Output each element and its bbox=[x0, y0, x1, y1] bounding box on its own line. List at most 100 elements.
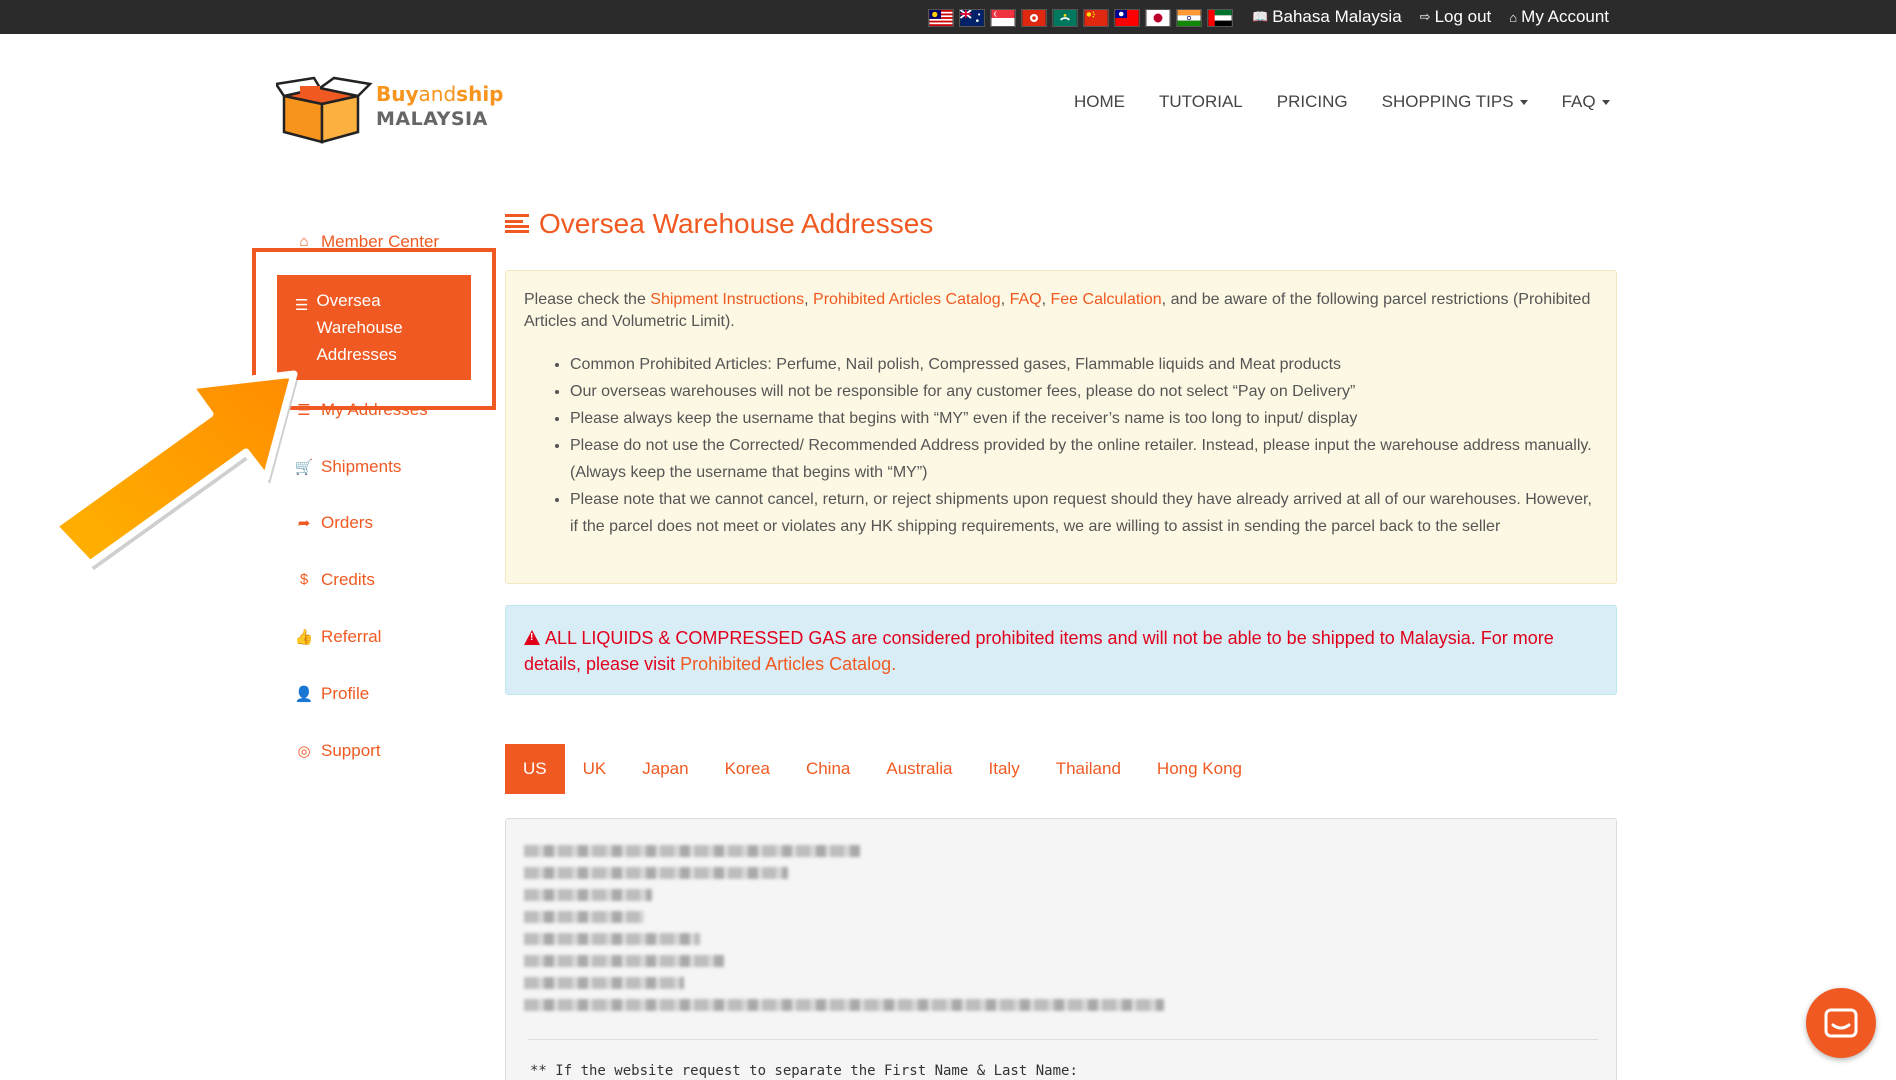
redacted-address-line bbox=[524, 889, 652, 901]
sidebar-item-oversea-warehouse-addresses[interactable]: ☰ Oversea Warehouse Addresses bbox=[277, 275, 471, 380]
india-flag-icon[interactable] bbox=[1176, 9, 1202, 27]
sidebar-item-label: Referral bbox=[321, 627, 382, 646]
list-item: Please always keep the username that beg… bbox=[570, 405, 1598, 432]
sidebar-item-shipments[interactable]: 🛒 Shipments bbox=[277, 457, 471, 477]
caret-down-icon bbox=[1601, 100, 1610, 106]
sidebar-item-referral[interactable]: 👍 Referral bbox=[277, 627, 471, 647]
uae-flag-icon[interactable] bbox=[1207, 9, 1233, 27]
nav-pricing[interactable]: PRICING bbox=[1277, 92, 1348, 112]
logout-link[interactable]: ⇨ Log out bbox=[1420, 7, 1492, 27]
list-icon: ☰ bbox=[295, 297, 309, 314]
notice-intro-prefix: Please check the bbox=[524, 291, 651, 308]
language-label: Bahasa Malaysia bbox=[1272, 7, 1402, 26]
home-icon: ⌂ bbox=[299, 233, 309, 250]
logo-country: MALAYSIA bbox=[376, 108, 488, 130]
sidebar-item-profile[interactable]: 👤 Profile bbox=[277, 684, 471, 704]
sidebar-item-member-center[interactable]: ⌂ Member Center bbox=[277, 232, 471, 252]
nav-shopping-tips-label: SHOPPING TIPS bbox=[1381, 92, 1514, 111]
tab-italy[interactable]: Italy bbox=[971, 744, 1038, 794]
nav-faq[interactable]: FAQ bbox=[1562, 92, 1610, 112]
tab-japan[interactable]: Japan bbox=[624, 744, 706, 794]
logo-ship: ship bbox=[456, 82, 504, 106]
logout-label: Log out bbox=[1434, 7, 1492, 26]
warehouse-tabs: US UK Japan Korea China Australia Italy … bbox=[505, 744, 1260, 794]
divider bbox=[528, 1039, 1598, 1040]
redacted-address-line bbox=[524, 977, 684, 989]
singapore-flag-icon[interactable] bbox=[990, 9, 1016, 27]
caret-down-icon bbox=[1519, 100, 1528, 106]
notice-separator: , bbox=[1041, 291, 1051, 308]
list-item: Please note that we cannot cancel, retur… bbox=[570, 486, 1598, 540]
sidebar-item-label: My Addresses bbox=[321, 400, 428, 419]
liquids-alert: ALL LIQUIDS & COMPRESSED GAS are conside… bbox=[505, 605, 1617, 695]
malaysia-flag-icon[interactable] bbox=[928, 9, 954, 27]
sidebar-item-my-addresses[interactable]: ☰ My Addresses bbox=[277, 400, 471, 420]
thumbs-up-icon: 👍 bbox=[294, 629, 314, 646]
sidebar-item-support[interactable]: ◎ Support bbox=[277, 741, 471, 761]
tab-australia[interactable]: Australia bbox=[868, 744, 970, 794]
list-icon bbox=[505, 214, 529, 233]
nav-faq-label: FAQ bbox=[1561, 92, 1596, 111]
faq-link[interactable]: FAQ bbox=[1010, 291, 1042, 308]
chat-icon bbox=[1824, 1008, 1858, 1038]
box-logo-icon bbox=[273, 76, 373, 144]
list-item: Please do not use the Corrected/ Recomme… bbox=[570, 432, 1598, 486]
pointer-arrow-icon bbox=[50, 370, 298, 570]
chat-launcher-button[interactable] bbox=[1806, 988, 1876, 1058]
share-icon: ➦ bbox=[297, 515, 311, 532]
nav-tutorial[interactable]: TUTORIAL bbox=[1159, 92, 1243, 112]
alert-suffix: . bbox=[891, 654, 897, 674]
warehouse-address-box: ** If the website request to separate th… bbox=[505, 818, 1617, 1080]
macau-flag-icon[interactable] bbox=[1052, 9, 1078, 27]
japan-flag-icon[interactable] bbox=[1145, 9, 1171, 27]
tab-thailand[interactable]: Thailand bbox=[1038, 744, 1139, 794]
user-icon: 👤 bbox=[294, 686, 314, 703]
tab-china[interactable]: China bbox=[788, 744, 868, 794]
top-nav: 📖 Bahasa Malaysia ⇨ Log out ⌂ My Account bbox=[1252, 0, 1609, 34]
alert-prohibited-articles-link[interactable]: Prohibited Articles Catalog bbox=[680, 654, 891, 674]
alert-text: ALL LIQUIDS & COMPRESSED GAS are conside… bbox=[524, 628, 1554, 674]
sidebar-item-label: Profile bbox=[321, 684, 370, 703]
logout-icon: ⇨ bbox=[1419, 9, 1431, 24]
prohibited-articles-link[interactable]: Prohibited Articles Catalog bbox=[813, 291, 1001, 308]
top-bar: 📖 Bahasa Malaysia ⇨ Log out ⌂ My Account bbox=[0, 0, 1896, 34]
sidebar-item-orders[interactable]: ➦ Orders bbox=[277, 513, 471, 533]
page-title: Oversea Warehouse Addresses bbox=[505, 208, 933, 240]
tab-us[interactable]: US bbox=[505, 744, 565, 794]
site-logo[interactable]: Buyandship MALAYSIA bbox=[273, 70, 504, 144]
sidebar-item-label: Oversea Warehouse Addresses bbox=[316, 291, 403, 364]
list-icon: ☰ bbox=[297, 402, 311, 419]
redacted-address-line bbox=[524, 955, 724, 967]
tab-korea[interactable]: Korea bbox=[707, 744, 788, 794]
logo-and: and bbox=[418, 82, 457, 106]
home-icon: ⌂ bbox=[1509, 9, 1518, 25]
hong-kong-flag-icon[interactable] bbox=[1021, 9, 1047, 27]
warning-icon bbox=[524, 630, 540, 645]
sidebar-item-credits[interactable]: $ Credits bbox=[277, 570, 471, 590]
address-note: ** If the website request to separate th… bbox=[530, 1063, 1078, 1079]
main-nav: HOME TUTORIAL PRICING SHOPPING TIPS FAQ bbox=[1074, 92, 1610, 112]
sidebar-item-label: Shipments bbox=[321, 457, 402, 476]
tab-hong-kong[interactable]: Hong Kong bbox=[1139, 744, 1260, 794]
nav-shopping-tips[interactable]: SHOPPING TIPS bbox=[1382, 92, 1528, 112]
sidebar-item-label: Member Center bbox=[321, 232, 440, 251]
taiwan-flag-icon[interactable] bbox=[1114, 9, 1140, 27]
redacted-address-line bbox=[524, 911, 644, 923]
shipment-instructions-link[interactable]: Shipment Instructions bbox=[650, 291, 804, 308]
china-flag-icon[interactable] bbox=[1083, 9, 1109, 27]
list-item: Our overseas warehouses will not be resp… bbox=[570, 378, 1598, 405]
notice-separator: , bbox=[1000, 291, 1010, 308]
cart-icon: 🛒 bbox=[294, 459, 314, 476]
my-account-label: My Account bbox=[1521, 7, 1610, 26]
dollar-icon: $ bbox=[299, 571, 309, 588]
fee-calculation-link[interactable]: Fee Calculation bbox=[1051, 291, 1162, 308]
my-account-link[interactable]: ⌂ My Account bbox=[1509, 7, 1609, 27]
language-link[interactable]: 📖 Bahasa Malaysia bbox=[1252, 7, 1402, 27]
redacted-address-line bbox=[524, 999, 1164, 1011]
nav-home[interactable]: HOME bbox=[1074, 92, 1125, 112]
redacted-address-line bbox=[524, 867, 788, 879]
tab-uk[interactable]: UK bbox=[565, 744, 625, 794]
redacted-address-line bbox=[524, 845, 860, 857]
sidebar-item-label: Credits bbox=[321, 570, 375, 589]
australia-flag-icon[interactable] bbox=[959, 9, 985, 27]
